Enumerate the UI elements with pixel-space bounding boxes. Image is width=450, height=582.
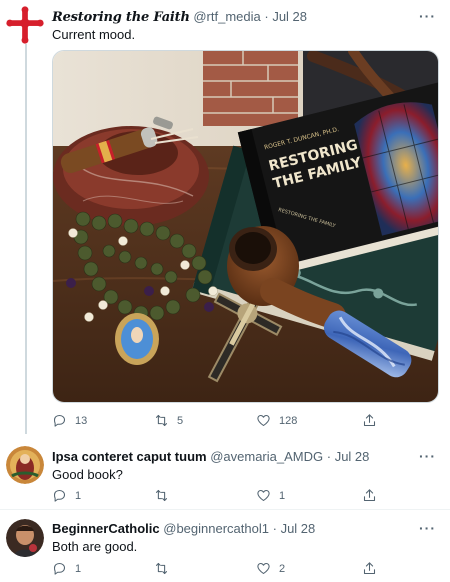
retweet-action[interactable]: 5 [154, 413, 183, 428]
tweet-actions: 1 1 [52, 488, 392, 506]
reply-action[interactable]: 13 [52, 413, 87, 428]
user-handle[interactable]: @beginnercathol1 [163, 521, 269, 536]
like-action[interactable]: 128 [256, 413, 297, 428]
retweet-icon[interactable] [154, 413, 169, 428]
share-action[interactable] [362, 561, 377, 576]
retweet-action[interactable] [154, 488, 169, 503]
tweet-text: Good book? [52, 467, 123, 482]
tweet-date[interactable]: Jul 28 [335, 449, 370, 464]
like-count: 128 [279, 414, 298, 427]
tweet-header: Restoring the Faith @rtf_media · Jul 28 [52, 9, 307, 26]
share-action[interactable] [362, 488, 377, 503]
tweet-actions: 1 2 [52, 561, 392, 579]
tweet-header: Ipsa conteret caput tuum @avemaria_AMDG … [52, 449, 369, 465]
main-tweet[interactable]: Restoring the Faith @rtf_media · Jul 28 … [0, 0, 450, 438]
like-action[interactable]: 2 [256, 561, 285, 576]
like-icon[interactable] [256, 488, 271, 503]
tweet-date[interactable]: Jul 28 [281, 521, 316, 536]
more-options-icon[interactable]: ··· [419, 448, 436, 464]
share-icon[interactable] [362, 488, 377, 503]
reply-tweet[interactable]: BeginnerCatholic @beginnercathol1 · Jul … [0, 511, 450, 582]
separator-dot: · [264, 9, 269, 24]
share-action[interactable] [362, 413, 377, 428]
display-name[interactable]: BeginnerCatholic [52, 521, 160, 536]
tweet-photo[interactable]: ROGER T. DUNCAN, PH.D. RESTORING THE FAM… [52, 50, 439, 403]
reply-tweet[interactable]: Ipsa conteret caput tuum @avemaria_AMDG … [0, 438, 450, 510]
avatar-icon[interactable] [6, 446, 44, 484]
separator-dot: · [326, 449, 332, 464]
tweet-text: Current mood. [52, 27, 136, 42]
more-options-icon[interactable]: ··· [419, 520, 436, 536]
share-icon[interactable] [362, 561, 377, 576]
retweet-action[interactable] [154, 561, 169, 576]
reply-icon[interactable] [52, 413, 67, 428]
reply-count: 13 [75, 414, 88, 427]
reply-icon[interactable] [52, 561, 67, 576]
retweet-count: 5 [177, 414, 184, 427]
like-icon[interactable] [256, 561, 271, 576]
reply-count: 1 [75, 489, 82, 502]
tweet-date[interactable]: Jul 28 [272, 9, 307, 24]
avatar-cross-logo-icon[interactable] [6, 6, 44, 44]
separator-dot: · [272, 521, 277, 536]
more-options-icon[interactable]: ··· [419, 8, 436, 24]
user-handle[interactable]: @avemaria_AMDG [210, 449, 323, 464]
display-name[interactable]: Restoring the Faith [52, 10, 190, 25]
share-icon[interactable] [362, 413, 377, 428]
like-action[interactable]: 1 [256, 488, 285, 503]
reply-action[interactable]: 1 [52, 561, 81, 576]
like-icon[interactable] [256, 413, 271, 428]
avatar-icon[interactable] [6, 519, 44, 557]
user-handle[interactable]: @rtf_media [193, 9, 260, 24]
reply-count: 1 [75, 562, 82, 575]
like-count: 1 [279, 489, 286, 502]
retweet-icon[interactable] [154, 488, 169, 503]
tweet-text: Both are good. [52, 539, 138, 554]
tweet-actions: 13 5 128 [52, 413, 392, 431]
display-name[interactable]: Ipsa conteret caput tuum [52, 449, 207, 464]
reply-action[interactable]: 1 [52, 488, 81, 503]
like-count: 2 [279, 562, 286, 575]
tweet-header: BeginnerCatholic @beginnercathol1 · Jul … [52, 521, 315, 537]
retweet-icon[interactable] [154, 561, 169, 576]
reply-icon[interactable] [52, 488, 67, 503]
